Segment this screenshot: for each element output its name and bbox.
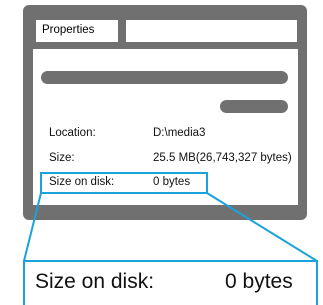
zoom-size-on-disk-label: Size on disk: — [35, 270, 155, 293]
callout-connectors — [23, 192, 318, 262]
zoom-size-on-disk-value: 0 bytes — [225, 270, 293, 293]
callout-line-right — [206, 192, 318, 262]
callout-line-left — [23, 192, 42, 262]
